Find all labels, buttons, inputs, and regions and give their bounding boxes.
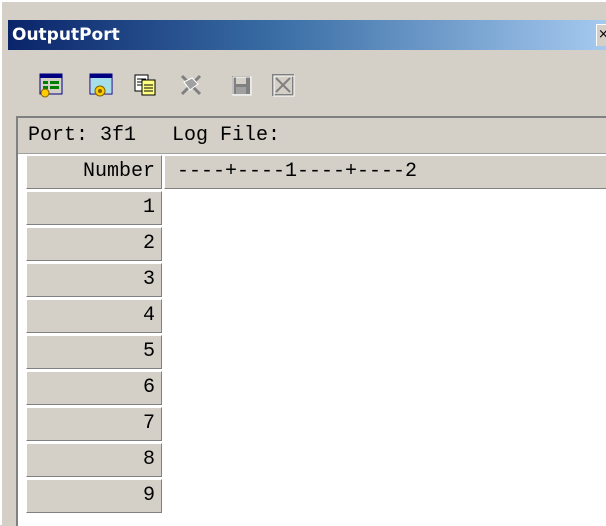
row-content[interactable] bbox=[164, 191, 606, 227]
close-button[interactable]: × bbox=[596, 24, 606, 46]
port-settings-icon bbox=[39, 73, 63, 98]
row-number[interactable]: 6 bbox=[26, 371, 162, 405]
row-number[interactable]: 9 bbox=[26, 479, 162, 513]
ruler-column-header[interactable]: ----+----1----+----2 bbox=[164, 155, 606, 189]
row-content[interactable] bbox=[164, 371, 606, 407]
row-number[interactable]: 7 bbox=[26, 407, 162, 441]
clear-icon bbox=[180, 74, 202, 96]
port-info-bar: Port: 3f1 Log File: bbox=[18, 118, 606, 154]
close-log-button[interactable] bbox=[270, 72, 296, 98]
row-number[interactable]: 8 bbox=[26, 443, 162, 477]
row-number[interactable]: 5 bbox=[26, 335, 162, 369]
clear-button[interactable] bbox=[178, 72, 204, 98]
row-content[interactable] bbox=[164, 443, 606, 479]
row-content[interactable] bbox=[164, 299, 606, 335]
close-icon: × bbox=[598, 27, 606, 42]
row-content[interactable] bbox=[164, 407, 606, 443]
toolbar bbox=[8, 50, 606, 116]
grid-header: Number ----+----1----+----2 bbox=[18, 155, 606, 191]
save-button[interactable] bbox=[228, 72, 254, 98]
output-port-window: OutputPort × bbox=[0, 0, 606, 526]
row-content[interactable] bbox=[164, 227, 606, 263]
output-pane[interactable]: Port: 3f1 Log File: Number ----+----1---… bbox=[16, 116, 606, 526]
title-bar[interactable]: OutputPort × bbox=[8, 20, 606, 50]
number-column-header[interactable]: Number bbox=[26, 155, 162, 189]
log-settings-button[interactable] bbox=[88, 72, 114, 98]
row-number[interactable]: 3 bbox=[26, 263, 162, 297]
row-content[interactable] bbox=[164, 263, 606, 299]
log-settings-icon bbox=[89, 73, 113, 97]
close-log-icon bbox=[272, 74, 295, 97]
port-settings-button[interactable] bbox=[38, 72, 64, 98]
row-content[interactable] bbox=[164, 335, 606, 371]
row-content[interactable] bbox=[164, 479, 606, 515]
row-number[interactable]: 2 bbox=[26, 227, 162, 261]
copy-button[interactable] bbox=[132, 72, 158, 98]
window-title: OutputPort bbox=[12, 25, 120, 45]
save-icon bbox=[232, 76, 252, 96]
copy-icon bbox=[134, 74, 156, 96]
row-number[interactable]: 4 bbox=[26, 299, 162, 333]
row-number[interactable]: 1 bbox=[26, 191, 162, 225]
